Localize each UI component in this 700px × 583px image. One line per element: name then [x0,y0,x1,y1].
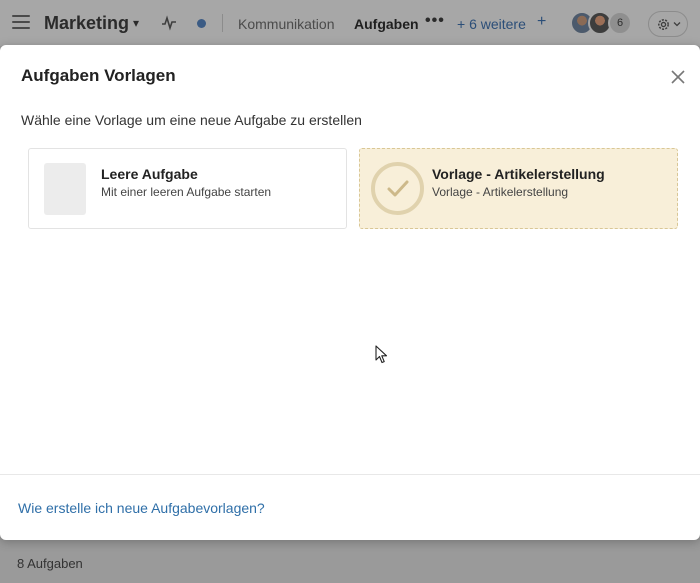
modal-title: Aufgaben Vorlagen [21,66,176,85]
tab-kommunikation[interactable]: Kommunikation [238,16,335,32]
chevron-down-icon [673,22,680,27]
menu-icon[interactable] [12,15,30,30]
more-tabs-link[interactable]: + 6 weitere [457,16,526,32]
more-options-icon[interactable]: ••• [425,12,445,30]
member-avatars[interactable]: 6 [570,11,634,37]
workspace-title[interactable]: Marketing [44,13,129,34]
top-bar: Marketing ▾ Kommunikation Aufgaben ••• +… [0,0,700,46]
activity-icon[interactable] [162,15,176,31]
template-card-artikelerstellung[interactable]: Vorlage - Artikelerstellung Vorlage - Ar… [359,148,678,229]
template-card-empty-task[interactable]: Leere Aufgabe Mit einer leeren Aufgabe s… [28,148,347,229]
chevron-down-icon[interactable]: ▾ [133,16,139,30]
help-link[interactable]: Wie erstelle ich neue Aufgabevorlagen? [18,500,265,516]
template-title: Vorlage - Artikelerstellung [432,166,605,182]
status-dot [197,19,206,28]
template-title: Leere Aufgabe [101,166,198,182]
modal-subtitle: Wähle eine Vorlage um eine neue Aufgabe … [21,112,362,128]
add-tab-button[interactable]: + [537,13,546,31]
template-description: Vorlage - Artikelerstellung [432,185,569,199]
checkmark-icon [371,162,424,215]
template-modal: Aufgaben Vorlagen Wähle eine Vorlage um … [0,45,700,540]
member-count-badge[interactable]: 6 [608,11,632,35]
blank-page-icon [44,163,86,215]
divider [222,14,223,32]
divider [0,474,700,475]
task-count-label: 8 Aufgaben [17,556,83,571]
mouse-cursor-icon [375,345,388,364]
settings-button[interactable] [648,11,688,37]
gear-icon [657,18,669,30]
close-icon[interactable] [668,67,688,87]
tab-aufgaben[interactable]: Aufgaben [354,16,419,32]
template-description: Mit einer leeren Aufgabe starten [101,185,272,199]
